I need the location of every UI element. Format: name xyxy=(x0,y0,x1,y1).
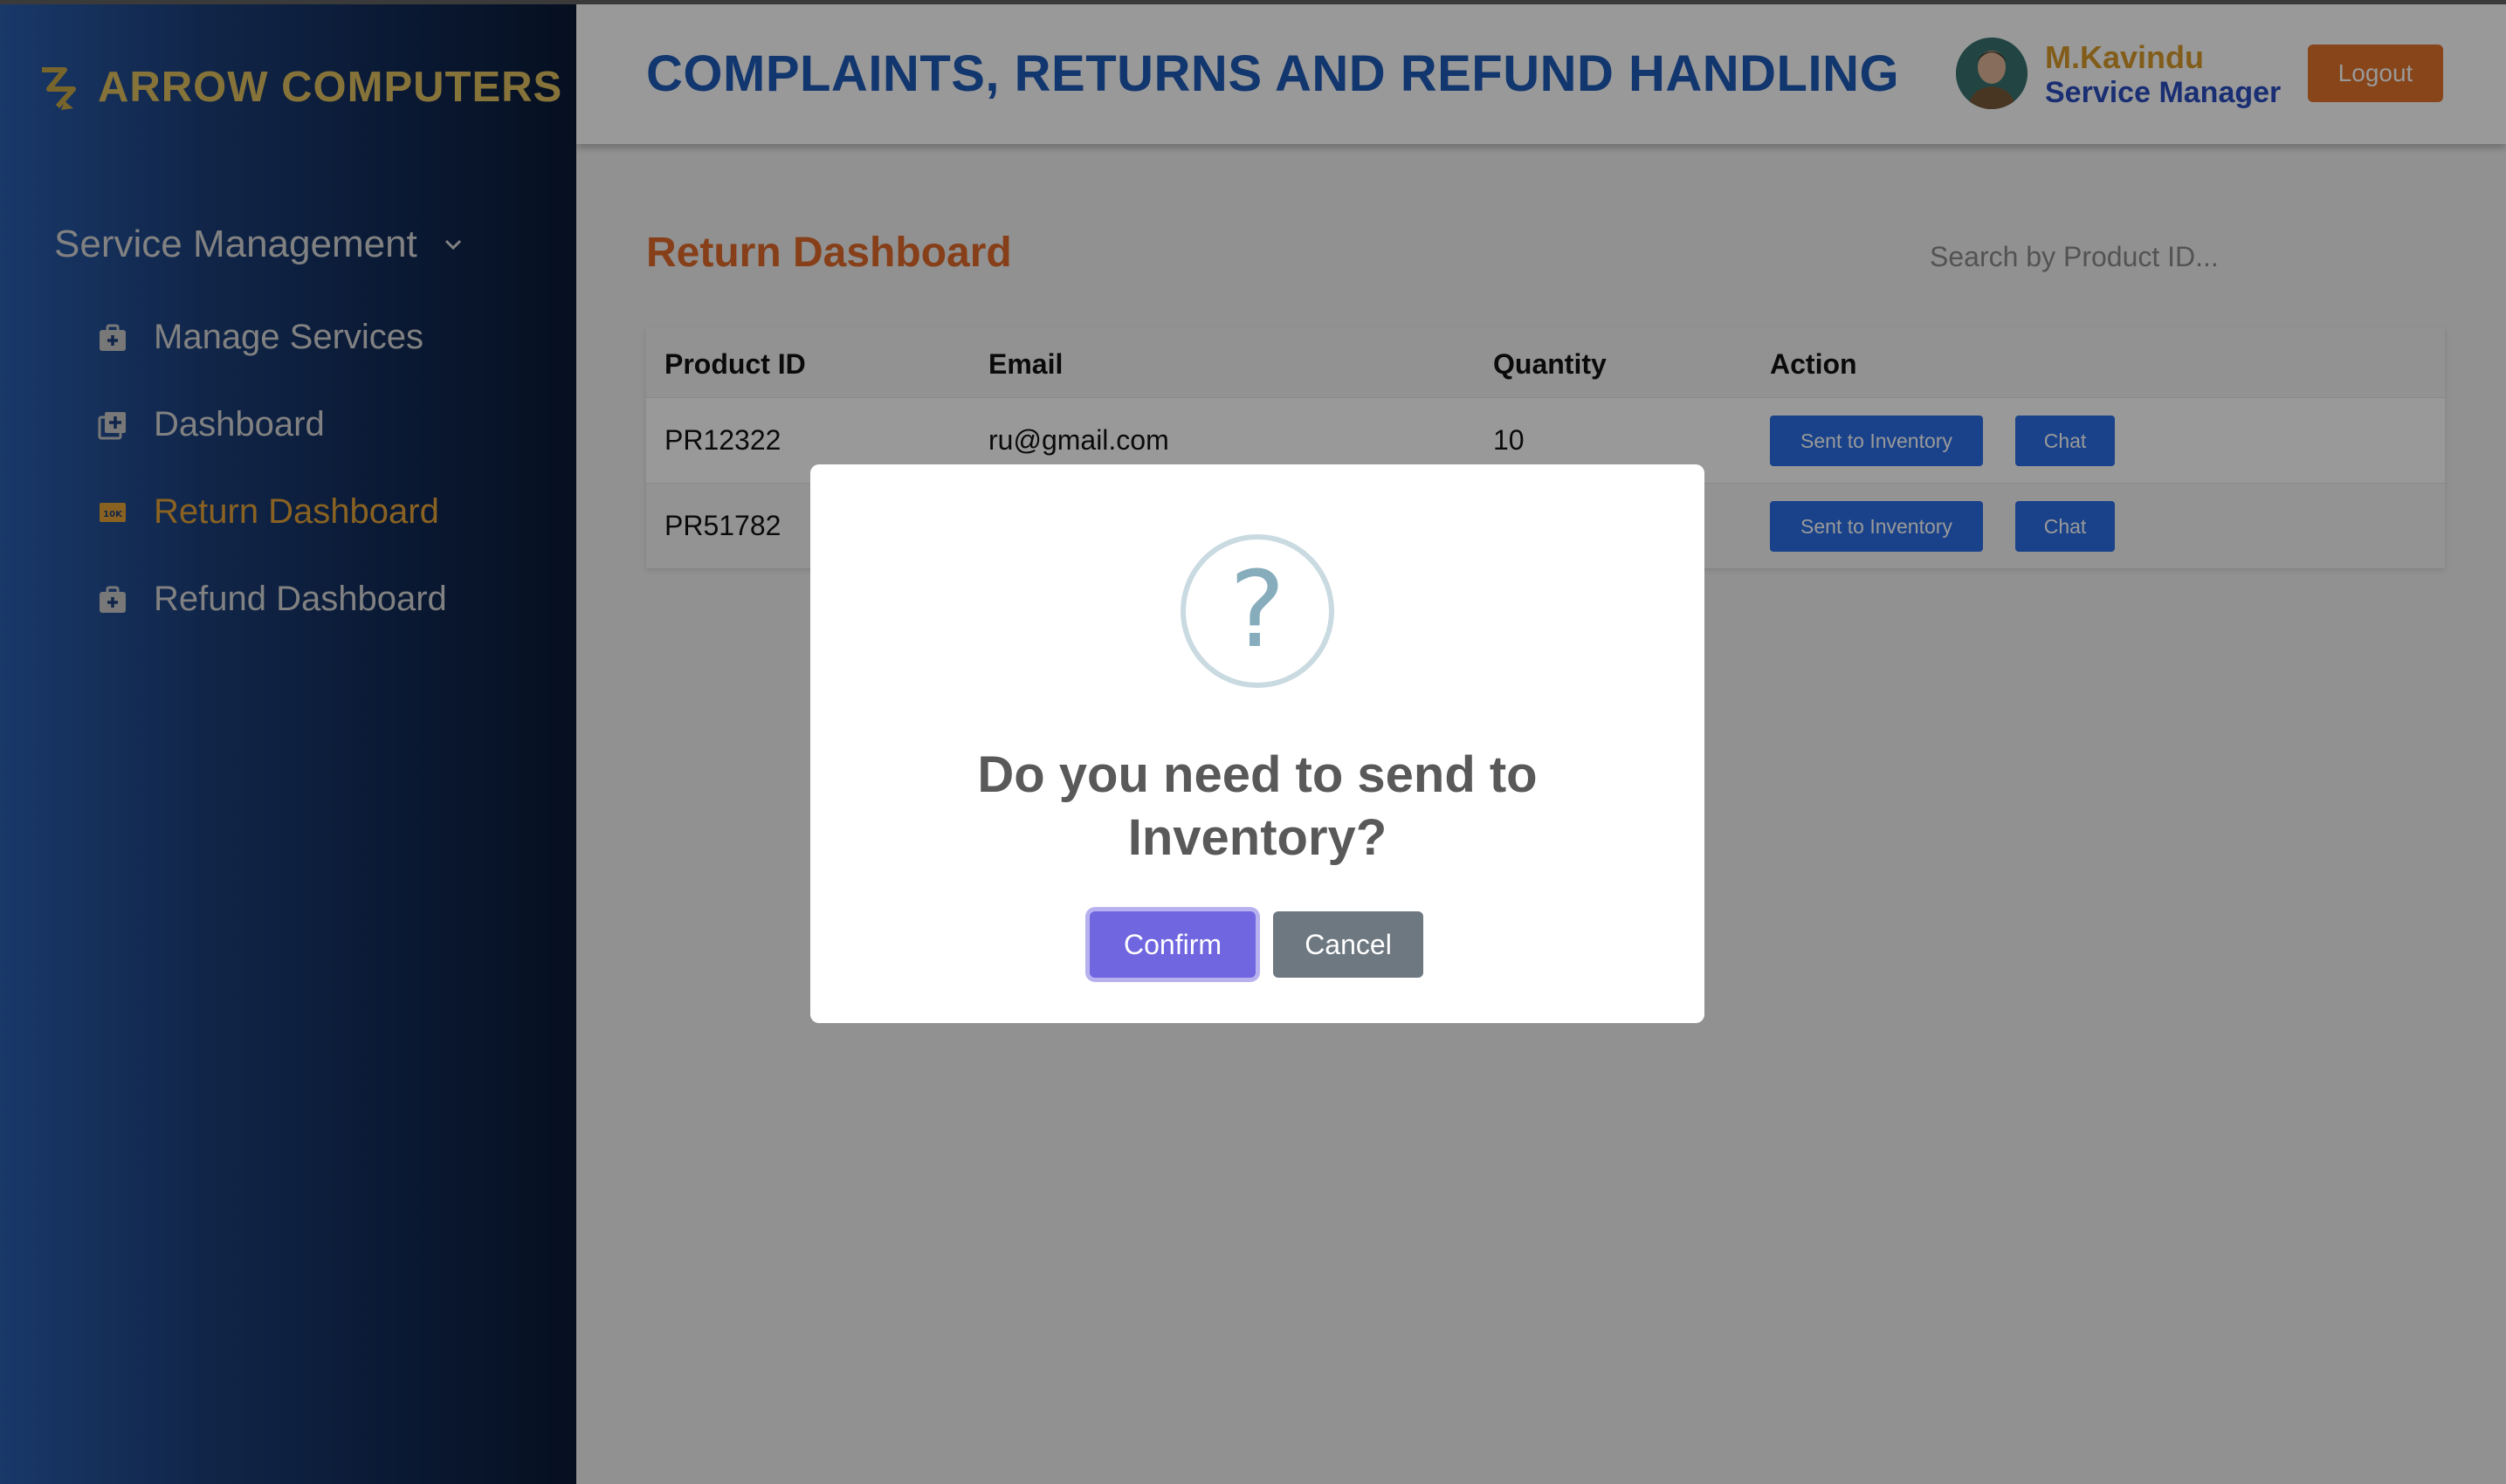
confirm-button[interactable]: Confirm xyxy=(1090,911,1256,978)
cancel-button[interactable]: Cancel xyxy=(1273,911,1423,978)
window-top-border xyxy=(0,0,2506,4)
dialog-title: Do you need to send to Inventory? xyxy=(977,746,1538,866)
question-icon: ? xyxy=(1181,534,1334,688)
confirm-dialog: ? Do you need to send to Inventory? Conf… xyxy=(810,464,1704,1023)
